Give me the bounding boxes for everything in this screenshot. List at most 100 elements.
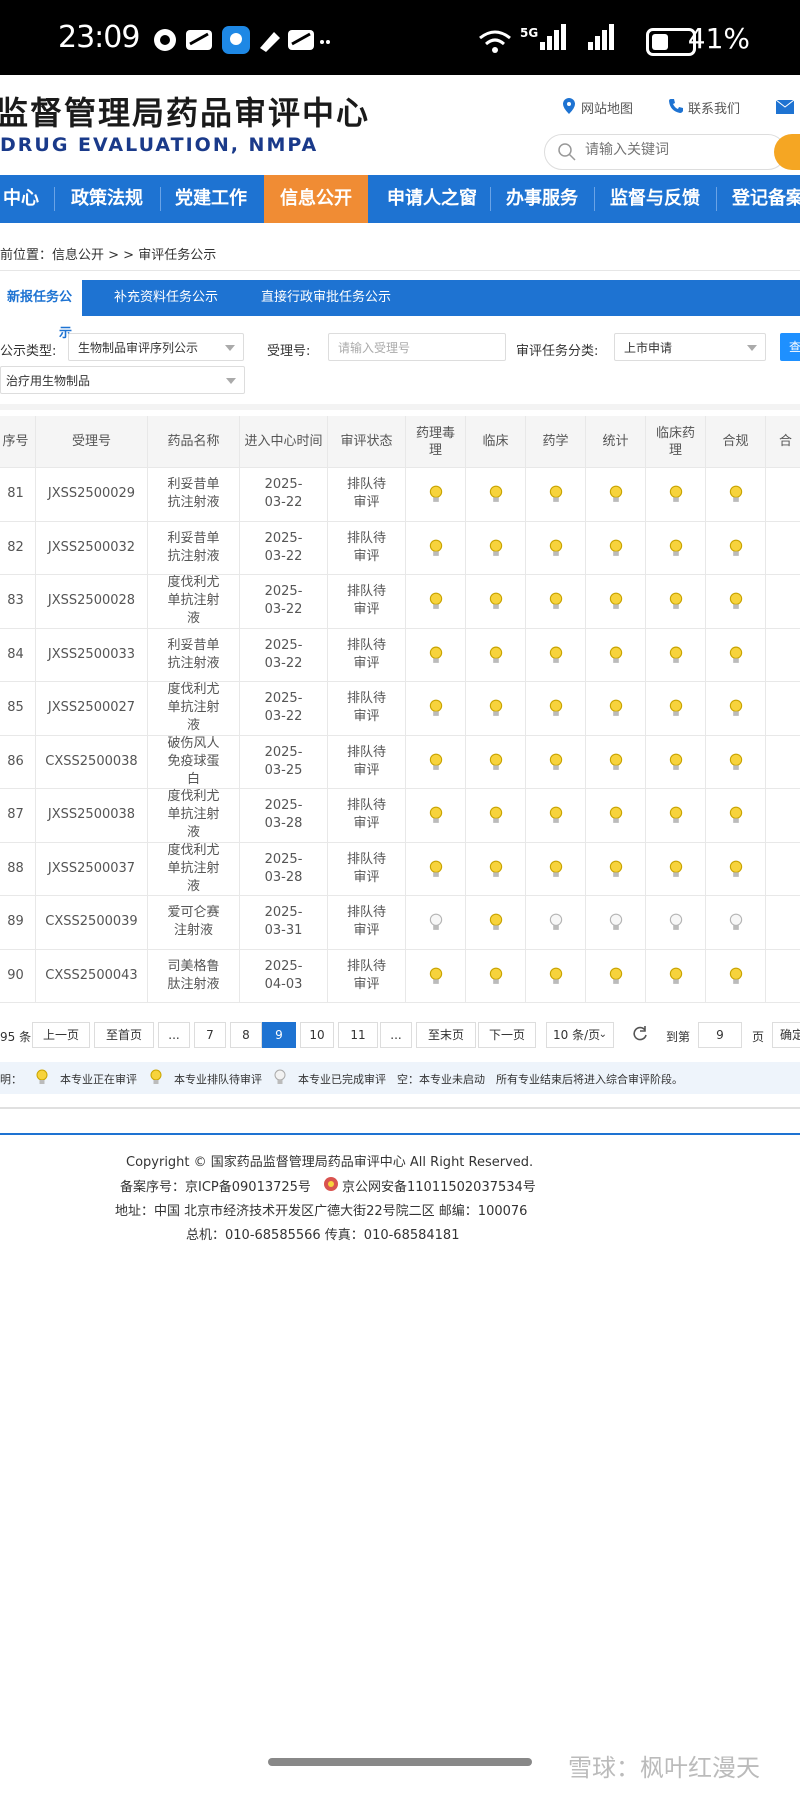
cell-status-bulb bbox=[706, 521, 766, 575]
subtype-select[interactable]: 治疗用生物制品 bbox=[0, 366, 245, 394]
cell-status: 排队待审评 bbox=[328, 949, 406, 1003]
nav-item-feedback[interactable]: 监督与反馈 bbox=[598, 175, 712, 223]
cell-status-bulb bbox=[526, 789, 586, 843]
accept-input[interactable]: 请输入受理号 bbox=[328, 333, 506, 361]
cell-no: 81 bbox=[0, 468, 36, 522]
cell-code[interactable]: JXSS2500029 bbox=[36, 468, 148, 522]
breadcrumb-path[interactable]: 信息公开 > > 审评任务公示 bbox=[52, 248, 216, 263]
cell-code[interactable]: JXSS2500027 bbox=[36, 682, 148, 736]
cell-status-bulb bbox=[646, 896, 706, 950]
total-count: 95 条 bbox=[0, 1030, 32, 1044]
cell-code[interactable]: CXSS2500039 bbox=[36, 896, 148, 950]
bulb-icon bbox=[549, 699, 562, 717]
cell-code[interactable]: CXSS2500038 bbox=[36, 735, 148, 789]
page-11-button[interactable]: 11 bbox=[338, 1022, 378, 1048]
subtype-select-value: 治疗用生物制品 bbox=[6, 374, 91, 388]
page-size-value: 10 条/页 bbox=[553, 1028, 601, 1042]
cell-code[interactable]: JXSS2500033 bbox=[36, 628, 148, 682]
nav-item-party[interactable]: 党建工作 bbox=[164, 175, 258, 223]
cell-status-bulb bbox=[466, 468, 526, 522]
cell-name: 司美格鲁肽注射液 bbox=[148, 949, 240, 1003]
bulb-icon bbox=[429, 860, 442, 877]
page-9-button[interactable]: 9 bbox=[262, 1022, 296, 1048]
nav-item-policy[interactable]: 政策法规 bbox=[60, 175, 154, 223]
status-time: 23:09 bbox=[58, 20, 140, 55]
column-header: 受理号 bbox=[36, 416, 148, 468]
cell-status-bulb bbox=[466, 949, 526, 1003]
search-input[interactable] bbox=[583, 141, 757, 159]
next-page-button[interactable]: 下一页 bbox=[478, 1022, 536, 1048]
home-indicator[interactable] bbox=[268, 1758, 532, 1766]
column-header: 药学 bbox=[526, 416, 586, 468]
bulb-icon bbox=[609, 967, 622, 984]
app-notification-icon bbox=[154, 26, 330, 54]
cell-code[interactable]: CXSS2500043 bbox=[36, 949, 148, 1003]
cell-status-bulb bbox=[466, 896, 526, 950]
confirm-button[interactable]: 确定 bbox=[772, 1022, 800, 1048]
page-ellipsis[interactable]: ... bbox=[380, 1022, 412, 1048]
cell-status-bulb bbox=[706, 949, 766, 1003]
bulb-icon bbox=[549, 967, 562, 984]
bulb-icon bbox=[609, 539, 622, 556]
sitemap-link[interactable]: 网站地图 bbox=[581, 98, 633, 117]
cell-no: 89 bbox=[0, 896, 36, 950]
cell-status-bulb bbox=[766, 575, 800, 629]
cell-date: 2025-03-31 bbox=[240, 896, 328, 950]
bulb-icon bbox=[429, 806, 442, 824]
footer-police[interactable]: 京公网安备11011502037534号 bbox=[342, 1176, 536, 1195]
bulb-icon bbox=[669, 699, 682, 717]
cell-no: 84 bbox=[0, 628, 36, 682]
column-header: 进入中心时间 bbox=[240, 416, 328, 468]
cell-status: 排队待审评 bbox=[328, 468, 406, 522]
bulb-icon bbox=[609, 646, 622, 663]
last-page-button[interactable]: 至末页 bbox=[416, 1022, 476, 1048]
nav-item-service[interactable]: 办事服务 bbox=[494, 175, 590, 223]
search-box[interactable] bbox=[544, 134, 786, 170]
legend-empty: 空：本专业未启动 bbox=[397, 1073, 485, 1086]
footer-icp[interactable]: 备案序号：京ICP备09013725号 bbox=[120, 1176, 311, 1195]
cell-status-bulb bbox=[646, 628, 706, 682]
page-ellipsis[interactable]: ... bbox=[158, 1022, 190, 1048]
nav-item-applicant[interactable]: 申请人之窗 bbox=[376, 175, 488, 223]
tab-direct-approval-tasks[interactable]: 直接行政审批任务公示 bbox=[261, 280, 391, 316]
battery-percent: 41% bbox=[687, 22, 750, 55]
cell-code[interactable]: JXSS2500038 bbox=[36, 789, 148, 843]
cell-code[interactable]: JXSS2500032 bbox=[36, 521, 148, 575]
refresh-icon[interactable] bbox=[632, 1026, 648, 1042]
bulb-icon bbox=[609, 913, 622, 931]
query-button[interactable]: 查 bbox=[780, 333, 800, 361]
cell-status-bulb bbox=[646, 682, 706, 736]
category-select[interactable]: 上市申请 bbox=[614, 333, 766, 361]
bulb-icon bbox=[429, 539, 442, 556]
cell-name: 度伐利尤单抗注射液 bbox=[148, 789, 240, 843]
cell-no: 85 bbox=[0, 682, 36, 736]
divider bbox=[0, 404, 800, 410]
bulb-icon bbox=[669, 539, 682, 556]
bulb-icon bbox=[609, 806, 622, 824]
page-10-button[interactable]: 10 bbox=[300, 1022, 334, 1048]
first-page-button[interactable]: 至首页 bbox=[94, 1022, 154, 1048]
breadcrumb-label: 前位置： bbox=[0, 248, 53, 263]
page-size-select[interactable]: 10 条/页 ⌄ bbox=[546, 1022, 614, 1048]
type-select[interactable]: 生物制品审评序列公示 bbox=[68, 333, 244, 361]
mail-icon[interactable] bbox=[776, 100, 794, 114]
goto-input[interactable]: 9 bbox=[698, 1022, 742, 1048]
nav-item-register[interactable]: 登记备案 bbox=[720, 175, 800, 223]
cell-status: 排队待审评 bbox=[328, 896, 406, 950]
page-8-button[interactable]: 8 bbox=[230, 1022, 262, 1048]
breadcrumb: 前位置：信息公开 > > 审评任务公示 bbox=[0, 244, 216, 263]
cell-code[interactable]: JXSS2500028 bbox=[36, 575, 148, 629]
bulb-icon bbox=[729, 806, 742, 824]
tab-supplement-tasks[interactable]: 补充资料任务公示 bbox=[114, 280, 218, 316]
prev-page-button[interactable]: 上一页 bbox=[32, 1022, 90, 1048]
nav-item-center[interactable]: 中心 bbox=[0, 175, 42, 223]
nav-item-info[interactable]: 信息公开 bbox=[264, 175, 368, 223]
cell-name: 爱可仑赛注射液 bbox=[148, 896, 240, 950]
tab-new-tasks[interactable]: 新报任务公示 bbox=[0, 280, 82, 341]
cell-code[interactable]: JXSS2500037 bbox=[36, 842, 148, 896]
contact-link[interactable]: 联系我们 bbox=[688, 98, 740, 117]
cell-status-bulb bbox=[526, 949, 586, 1003]
network-type: 5G bbox=[520, 26, 539, 40]
bulb-icon bbox=[549, 539, 562, 556]
page-7-button[interactable]: 7 bbox=[194, 1022, 226, 1048]
